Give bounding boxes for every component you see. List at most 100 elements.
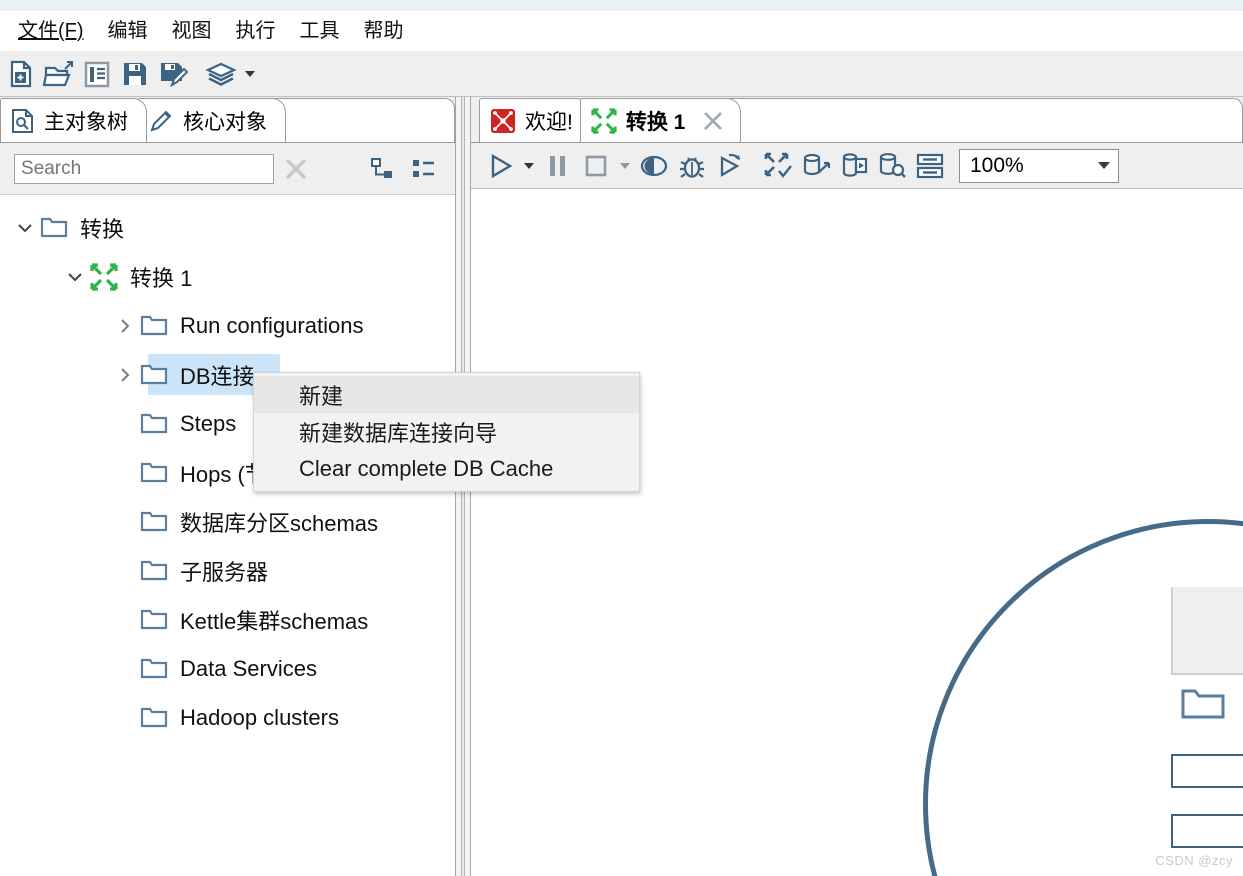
transform-icon — [591, 107, 617, 134]
collapse-tree-icon — [371, 157, 392, 178]
verify-transformation-button[interactable] — [759, 147, 797, 185]
chevron-down-icon — [1098, 162, 1110, 169]
context-menu-item-new[interactable]: 新建 — [254, 376, 639, 413]
debug-button[interactable] — [673, 147, 711, 185]
dropdown-caret-icon — [245, 70, 255, 77]
folder-icon — [140, 460, 174, 485]
tree-row-label: 数据库分区schemas — [180, 510, 379, 536]
tab-main-object-tree[interactable]: 主对象树 — [0, 98, 147, 142]
repository-explorer-button[interactable] — [78, 55, 116, 93]
title-bar-strip — [0, 0, 1243, 11]
twisty-expanded-icon[interactable] — [10, 219, 40, 237]
folder-icon — [140, 705, 174, 730]
show-execution-results-button[interactable] — [911, 147, 949, 185]
impact-analysis-button[interactable] — [797, 147, 835, 185]
left-panel-tabstrip: 主对象树 核心对象 — [0, 97, 455, 143]
document-search-icon — [12, 108, 33, 133]
tab-welcome[interactable]: 欢迎! — [479, 98, 590, 142]
folder-icon — [140, 558, 174, 583]
folder-icon — [40, 215, 74, 240]
welcome-star-icon — [491, 108, 515, 133]
transformation-canvas[interactable]: CSDN @zcy — [471, 189, 1243, 876]
editor-toolbar: 100% — [471, 143, 1243, 189]
twisty-expanded-icon[interactable] — [60, 268, 90, 286]
layers-icon — [205, 62, 237, 86]
tree-row-data-services[interactable]: Data Services — [0, 644, 455, 693]
tree-row-hadoop-clusters[interactable]: Hadoop clusters — [0, 693, 455, 742]
list-view-icon — [413, 159, 434, 177]
tree-row-slave-servers[interactable]: 子服务器 — [0, 546, 455, 595]
explorer-icon — [84, 61, 110, 87]
search-input[interactable] — [14, 153, 274, 184]
tree-row-transformation-1[interactable]: 转换 1 — [0, 252, 455, 301]
close-x-icon[interactable] — [702, 110, 724, 132]
twisty-collapsed-icon[interactable] — [110, 317, 140, 335]
new-file-button[interactable] — [2, 55, 40, 93]
menu-item-view[interactable]: 视图 — [160, 19, 224, 43]
tree-row-label: Hadoop clusters — [180, 704, 339, 730]
repository-button[interactable] — [202, 55, 240, 93]
save-as-icon — [161, 62, 188, 87]
toolbar-separator — [749, 147, 759, 185]
pause-icon — [550, 155, 565, 176]
clear-search-button[interactable] — [274, 147, 318, 191]
main-toolbar — [0, 51, 1243, 97]
folder-icon — [140, 656, 174, 681]
run-options-button[interactable] — [519, 147, 539, 185]
replay-button[interactable] — [711, 147, 749, 185]
run-options-caret-icon — [524, 162, 534, 169]
tree-row-label: Data Services — [180, 655, 317, 681]
explore-database-button[interactable] — [873, 147, 911, 185]
expand-all-button[interactable] — [403, 149, 443, 189]
preview-button[interactable] — [635, 147, 673, 185]
close-x-icon — [286, 158, 306, 179]
repository-dropdown-button[interactable] — [240, 55, 260, 93]
tree-row-label: Run configurations — [180, 312, 364, 338]
generate-sql-button[interactable] — [835, 147, 873, 185]
stop-options-button[interactable] — [615, 147, 635, 185]
folder-icon — [140, 509, 174, 534]
tree-row-label: Kettle集群schemas — [180, 608, 369, 634]
context-menu-item-new-db-connection-wizard[interactable]: 新建数据库连接向导 — [254, 413, 639, 450]
debug-icon — [680, 156, 704, 178]
generate-sql-icon — [842, 152, 868, 177]
open-file-button[interactable] — [40, 55, 78, 93]
db-connections-context-menu[interactable]: 新建 新建数据库连接向导 Clear complete DB Cache — [253, 372, 640, 492]
tree-row-run-configurations[interactable]: Run configurations — [0, 301, 455, 350]
pause-button[interactable] — [539, 147, 577, 185]
folder-icon — [140, 411, 174, 436]
zoom-level-value: 100% — [970, 153, 1024, 177]
watermark-folder-icon — [1181, 689, 1225, 719]
menu-item-edit[interactable]: 编辑 — [96, 19, 160, 43]
watermark-bar-1 — [1171, 754, 1243, 788]
tab-core-objects-label: 核心对象 — [183, 110, 267, 134]
collapse-all-button[interactable] — [363, 149, 403, 189]
folder-icon — [140, 362, 174, 387]
object-tree[interactable]: 转换 转换 1 Run configurations DB连接 Steps Ho… — [0, 195, 455, 876]
transform-icon — [90, 262, 124, 291]
twisty-collapsed-icon[interactable] — [110, 366, 140, 384]
save-as-button[interactable] — [154, 55, 192, 93]
tree-row-label: Steps — [180, 410, 237, 436]
preview-icon — [640, 155, 668, 176]
stop-icon — [585, 155, 607, 176]
folder-icon — [140, 607, 174, 632]
tab-main-object-tree-label: 主对象树 — [44, 110, 128, 134]
tree-row-partition-schemas[interactable]: 数据库分区schemas — [0, 497, 455, 546]
menu-item-file[interactable]: 文件(F) — [6, 19, 96, 43]
context-menu-item-clear-db-cache[interactable]: Clear complete DB Cache — [254, 450, 639, 487]
menu-item-help[interactable]: 帮助 — [352, 19, 416, 43]
tab-transformation-1[interactable]: 转换 1 — [579, 98, 742, 142]
menu-item-run[interactable]: 执行 — [224, 19, 288, 43]
run-icon — [491, 153, 513, 178]
menu-item-tools[interactable]: 工具 — [288, 19, 352, 43]
tab-core-objects[interactable]: 核心对象 — [137, 98, 286, 142]
tree-row-transformations[interactable]: 转换 — [0, 203, 455, 252]
run-button[interactable] — [481, 147, 519, 185]
database-explore-icon — [879, 152, 906, 178]
stop-button[interactable] — [577, 147, 615, 185]
zoom-level-select[interactable]: 100% — [959, 148, 1119, 183]
tree-row-kettle-cluster-schemas[interactable]: Kettle集群schemas — [0, 595, 455, 644]
search-row — [0, 143, 455, 195]
save-button[interactable] — [116, 55, 154, 93]
